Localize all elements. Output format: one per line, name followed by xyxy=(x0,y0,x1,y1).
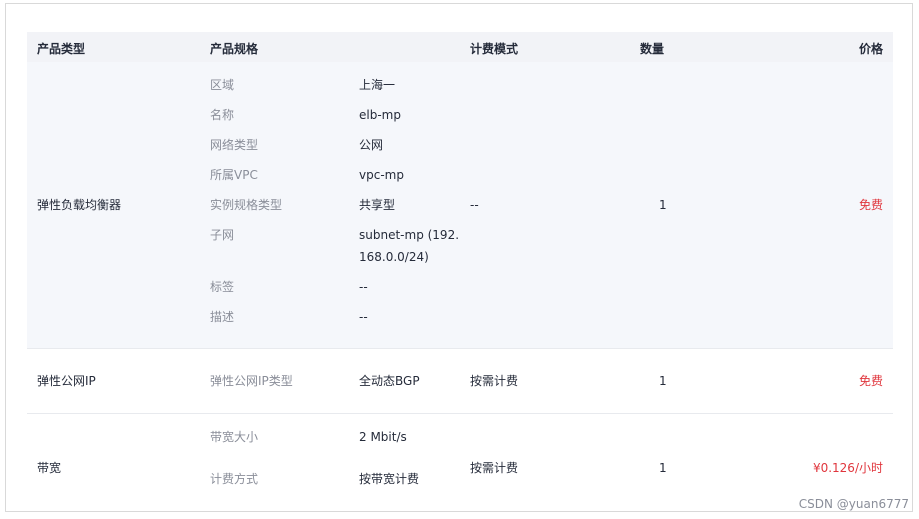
price-bandwidth: ¥0.126/小时 xyxy=(812,461,883,475)
header-product-spec: 产品规格 xyxy=(210,42,259,56)
spec-value-subnet: subnet-mp (192. xyxy=(359,228,460,242)
billing-mode-eip: 按需计费 xyxy=(470,374,519,388)
product-type-elb: 弹性负载均衡器 xyxy=(37,198,122,212)
header-price: 价格 xyxy=(858,42,883,56)
order-summary-panel: 产品类型 产品规格 计费模式 数量 价格 弹性负载均衡器 区域 上海一 名称 e… xyxy=(5,3,913,512)
row-divider xyxy=(27,413,893,414)
spec-label-vpc: 所属VPC xyxy=(210,168,258,182)
spec-label-region: 区域 xyxy=(210,78,235,92)
row-divider xyxy=(27,348,893,349)
spec-value-eip-type: 全动态BGP xyxy=(359,374,420,388)
spec-value-tags: -- xyxy=(359,280,368,294)
spec-label-description: 描述 xyxy=(210,310,235,324)
quantity-elb: 1 xyxy=(659,198,667,212)
product-type-bandwidth: 带宽 xyxy=(37,461,62,475)
spec-value-instance-type: 共享型 xyxy=(359,198,396,212)
spec-value-vpc: vpc-mp xyxy=(359,168,404,182)
product-type-eip: 弹性公网IP xyxy=(37,374,96,388)
watermark-text: CSDN @yuan6777 xyxy=(798,497,909,511)
spec-label-billing-method: 计费方式 xyxy=(210,472,259,486)
billing-mode-bandwidth: 按需计费 xyxy=(470,461,519,475)
spec-value-region: 上海一 xyxy=(359,78,396,92)
header-billing-mode: 计费模式 xyxy=(470,42,519,56)
spec-value-billing-method: 按带宽计费 xyxy=(359,472,420,486)
spec-value-description: -- xyxy=(359,310,368,324)
spec-value-subnet-cont: 168.0.0/24) xyxy=(359,250,429,264)
spec-label-subnet: 子网 xyxy=(210,228,235,242)
table-row-elb: 弹性负载均衡器 区域 上海一 名称 elb-mp 网络类型 公网 所属VPC v… xyxy=(27,62,893,348)
table-header: 产品类型 产品规格 计费模式 数量 价格 xyxy=(27,32,893,62)
quantity-eip: 1 xyxy=(659,374,667,388)
spec-label-eip-type: 弹性公网IP类型 xyxy=(210,374,293,388)
spec-value-network-type: 公网 xyxy=(359,138,384,152)
billing-mode-elb: -- xyxy=(470,198,479,212)
table-row-eip: 弹性公网IP 弹性公网IP类型 全动态BGP 按需计费 1 免费 xyxy=(27,348,893,413)
spec-label-instance-type: 实例规格类型 xyxy=(210,198,283,212)
quantity-bandwidth: 1 xyxy=(659,461,667,475)
spec-label-network-type: 网络类型 xyxy=(210,138,259,152)
price-eip: 免费 xyxy=(858,374,883,388)
spec-value-bandwidth-size: 2 Mbit/s xyxy=(359,430,407,444)
spec-label-name: 名称 xyxy=(210,108,235,122)
header-product-type: 产品类型 xyxy=(37,42,86,56)
table-row-bandwidth: 带宽 带宽大小 2 Mbit/s 计费方式 按带宽计费 按需计费 1 ¥0.12… xyxy=(27,413,893,513)
product-table: 产品类型 产品规格 计费模式 数量 价格 弹性负载均衡器 区域 上海一 名称 e… xyxy=(27,32,893,513)
price-elb: 免费 xyxy=(858,198,883,212)
spec-label-bandwidth-size: 带宽大小 xyxy=(210,430,259,444)
spec-label-tags: 标签 xyxy=(210,280,235,294)
spec-value-name: elb-mp xyxy=(359,108,401,122)
header-quantity: 数量 xyxy=(640,42,665,56)
